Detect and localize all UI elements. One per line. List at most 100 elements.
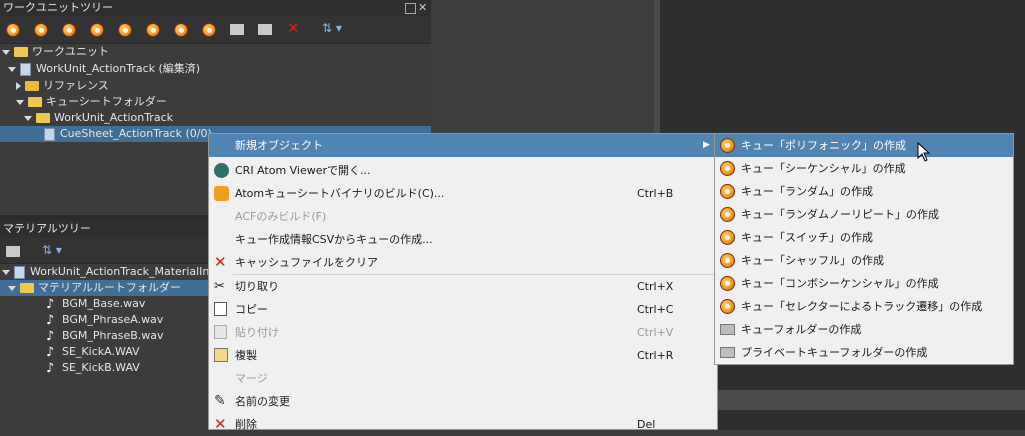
- cue-random-icon: [720, 184, 735, 199]
- collapse-icon[interactable]: [24, 115, 32, 121]
- panel-title: ワークユニットツリー: [0, 0, 431, 16]
- menu-item-cut[interactable]: ✂ 切り取り Ctrl+X: [209, 275, 717, 298]
- menu-item-paste[interactable]: 貼り付け Ctrl+V: [209, 321, 717, 344]
- copy-icon: [214, 302, 227, 316]
- submenu-item-random[interactable]: キュー「ランダム」の作成: [715, 180, 1013, 203]
- tree-item-workunit[interactable]: WorkUnit_ActionTrack (編集済): [8, 61, 200, 77]
- tree-item-label: キューシートフォルダー: [46, 95, 167, 108]
- menu-item-copy[interactable]: コピー Ctrl+C: [209, 298, 717, 321]
- collapse-icon[interactable]: [2, 49, 10, 55]
- sort-icon[interactable]: ⇅ ▾: [42, 243, 72, 257]
- submenu-item-random-no-repeat[interactable]: キュー「ランダムノーリピート」の作成: [715, 203, 1013, 226]
- submenu-item-cue-folder[interactable]: キューフォルダーの作成: [715, 318, 1013, 341]
- cue-combo-sequential-icon: [720, 276, 735, 291]
- create-cue-icon[interactable]: [90, 23, 104, 37]
- cue-shuffle-icon: [720, 253, 735, 268]
- new-object-submenu: キュー「ポリフォニック」の作成 キュー「シーケンシャル」の作成 キュー「ランダム…: [714, 133, 1014, 365]
- tree-item-label: WorkUnit_ActionTrack (編集済): [36, 62, 201, 75]
- tree-item-material-workunit[interactable]: WorkUnit_ActionTrack_MaterialInf: [2, 264, 213, 280]
- tree-item-material[interactable]: ♪ BGM_Base.wav: [46, 296, 145, 312]
- duplicate-icon: [214, 348, 228, 362]
- cuesheet-icon: [44, 127, 55, 141]
- delete-icon: ✕: [214, 253, 227, 271]
- submenu-item-switch[interactable]: キュー「スイッチ」の作成: [715, 226, 1013, 249]
- menu-item-build-binary[interactable]: Atomキューシートバイナリのビルド(C)... Ctrl+B: [209, 182, 717, 205]
- menu-item-new-object[interactable]: 新規オブジェクト ▶: [209, 134, 717, 157]
- context-menu: 新規オブジェクト ▶ CRI Atom Viewerで開く... Atomキュー…: [208, 133, 718, 432]
- tree-item-material[interactable]: ♪ BGM_PhraseA.wav: [46, 312, 163, 328]
- submenu-arrow-icon: ▶: [703, 140, 710, 150]
- tree-item-label: リファレンス: [43, 79, 109, 92]
- audio-file-icon: ♪: [46, 360, 55, 376]
- float-icon[interactable]: [405, 3, 416, 14]
- create-cue-icon[interactable]: [174, 23, 188, 37]
- cue-sequential-icon: [720, 161, 735, 176]
- close-icon[interactable]: ✕: [418, 1, 427, 14]
- audio-file-icon: ♪: [46, 344, 55, 360]
- folder-icon: [28, 97, 42, 107]
- collapse-icon[interactable]: [8, 285, 16, 291]
- new-material-folder-icon[interactable]: [6, 246, 20, 257]
- create-cue-icon[interactable]: [118, 23, 132, 37]
- menu-item-delete[interactable]: ✕ 削除 Del: [209, 413, 717, 436]
- folder-icon: [25, 81, 39, 91]
- submenu-item-shuffle[interactable]: キュー「シャッフル」の作成: [715, 249, 1013, 272]
- menu-item-open-atom-viewer[interactable]: CRI Atom Viewerで開く...: [209, 159, 717, 182]
- delete-icon[interactable]: ✕: [287, 21, 301, 36]
- cue-switch-icon: [720, 230, 735, 245]
- submenu-item-private-cue-folder[interactable]: プライベートキューフォルダーの作成: [715, 341, 1013, 364]
- collapse-icon[interactable]: [8, 66, 16, 72]
- create-cue-icon[interactable]: [34, 23, 48, 37]
- tree-item-label: WorkUnit_ActionTrack_MaterialInf: [30, 265, 214, 278]
- cue-selector-icon: [720, 299, 735, 314]
- tree-item-material[interactable]: ♪ BGM_PhraseB.wav: [46, 328, 164, 344]
- tree-item-label: WorkUnit_ActionTrack: [54, 111, 173, 124]
- collapse-icon[interactable]: [16, 99, 24, 105]
- menu-item-create-from-csv[interactable]: キュー作成情報CSVからキューの作成...: [209, 228, 717, 251]
- tree-item-label: BGM_PhraseA.wav: [62, 313, 164, 326]
- tree-item-material[interactable]: ♪ SE_KickB.WAV: [46, 360, 140, 376]
- audio-file-icon: ♪: [46, 296, 55, 312]
- editor-bottom-strip: [716, 390, 1025, 410]
- tree-item-cuesheet-folder[interactable]: キューシートフォルダー: [16, 94, 167, 110]
- tree-item-label: CueSheet_ActionTrack (0/0): [60, 127, 212, 140]
- menu-item-rename[interactable]: ✎ 名前の変更: [209, 390, 717, 413]
- create-cue-icon[interactable]: [6, 23, 20, 37]
- tree-item-label: マテリアルルートフォルダー: [38, 281, 181, 294]
- cue-polyphonic-icon: [720, 138, 735, 153]
- submenu-item-sequential[interactable]: キュー「シーケンシャル」の作成: [715, 157, 1013, 180]
- submenu-item-polyphonic[interactable]: キュー「ポリフォニック」の作成: [715, 134, 1013, 157]
- create-cue-icon[interactable]: [62, 23, 76, 37]
- folder-icon: [36, 113, 50, 123]
- create-cue-icon[interactable]: [202, 23, 216, 37]
- menu-item-duplicate[interactable]: 複製 Ctrl+R: [209, 344, 717, 367]
- paste-icon: [214, 325, 227, 339]
- tree-item-material[interactable]: ♪ SE_KickA.WAV: [46, 344, 140, 360]
- tree-item-label: SE_KickB.WAV: [62, 361, 140, 374]
- sort-icon[interactable]: ⇅ ▾: [322, 21, 352, 35]
- menu-item-build-acf[interactable]: ACFのみビルド(F): [209, 205, 717, 228]
- folder-icon: [20, 283, 34, 293]
- new-folder-icon[interactable]: [230, 24, 244, 35]
- scissors-icon: ✂: [214, 279, 225, 294]
- create-cue-icon[interactable]: [146, 23, 160, 37]
- tree-item-reference[interactable]: リファレンス: [16, 78, 109, 94]
- workunit-icon: [14, 265, 25, 279]
- menu-item-clear-cache[interactable]: ✕ キャッシュファイルをクリア: [209, 251, 717, 274]
- tree-item-workunit-root[interactable]: ワークユニット: [2, 44, 109, 60]
- folder-icon: [14, 47, 28, 57]
- audio-file-icon: ♪: [46, 328, 55, 344]
- expand-icon[interactable]: [16, 82, 21, 90]
- tree-item-label: SE_KickA.WAV: [62, 345, 140, 358]
- mouse-cursor-icon: [917, 142, 931, 162]
- menu-item-merge[interactable]: マージ: [209, 367, 717, 390]
- build-icon: [214, 186, 229, 201]
- submenu-item-selector-track[interactable]: キュー「セレクターによるトラック遷移」の作成: [715, 295, 1013, 318]
- collapse-icon[interactable]: [2, 269, 10, 275]
- tree-item-label: BGM_PhraseB.wav: [62, 329, 164, 342]
- submenu-item-combo-sequential[interactable]: キュー「コンボシーケンシャル」の作成: [715, 272, 1013, 295]
- tree-item-workunit-folder[interactable]: WorkUnit_ActionTrack: [24, 110, 173, 126]
- audio-file-icon: ♪: [46, 312, 55, 328]
- new-private-folder-icon[interactable]: [258, 24, 272, 35]
- workunit-icon: [20, 62, 31, 76]
